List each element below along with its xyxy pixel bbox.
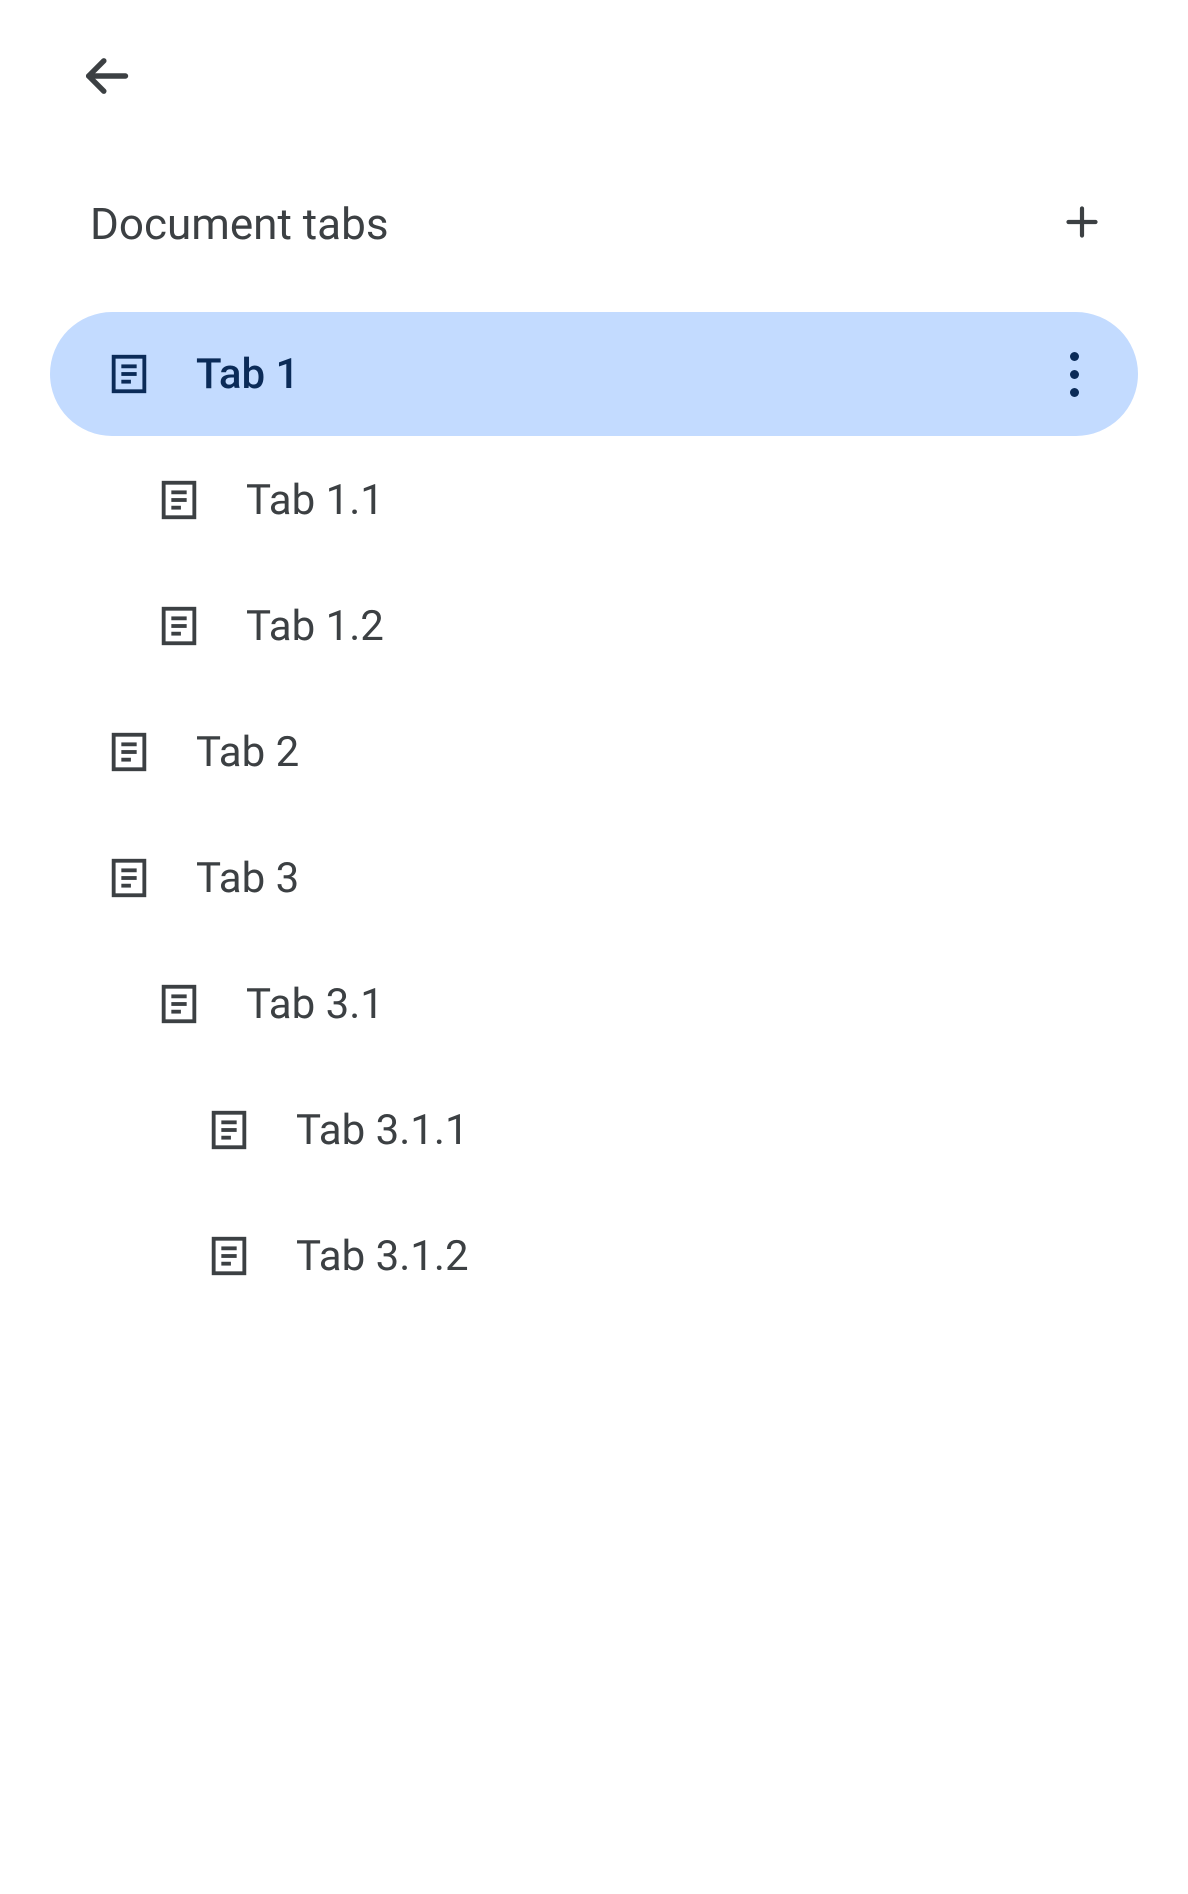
document-icon (106, 729, 152, 775)
document-icon (206, 1107, 252, 1153)
tab-label: Tab 3.1.1 (296, 1106, 469, 1155)
panel-header: Document tabs (50, 196, 1138, 252)
tab-item[interactable]: Tab 1 (50, 312, 1138, 436)
tab-label: Tab 1.1 (246, 476, 384, 525)
document-icon (106, 351, 152, 397)
more-vertical-icon (1070, 352, 1079, 397)
tab-item[interactable]: Tab 3 (50, 816, 1138, 940)
tab-item[interactable]: Tab 3.1.1 (50, 1068, 1138, 1192)
tab-label: Tab 2 (196, 728, 299, 777)
tab-item[interactable]: Tab 1.2 (50, 564, 1138, 688)
tab-label: Tab 1.2 (246, 602, 384, 651)
document-icon (106, 855, 152, 901)
tab-item[interactable]: Tab 3.1 (50, 942, 1138, 1066)
document-icon (156, 603, 202, 649)
arrow-left-icon (80, 50, 132, 106)
plus-icon (1064, 204, 1100, 244)
panel-title: Document tabs (90, 198, 389, 250)
tab-item[interactable]: Tab 2 (50, 690, 1138, 814)
tab-label: Tab 3.1.2 (296, 1232, 469, 1281)
back-button[interactable] (78, 50, 134, 106)
tab-label: Tab 3.1 (246, 980, 384, 1029)
document-icon (206, 1233, 252, 1279)
tab-label: Tab 1 (196, 350, 299, 399)
document-icon (156, 981, 202, 1027)
tab-item[interactable]: Tab 3.1.2 (50, 1194, 1138, 1318)
tab-item[interactable]: Tab 1.1 (50, 438, 1138, 562)
tab-more-button[interactable] (1050, 350, 1098, 398)
document-icon (156, 477, 202, 523)
tab-label: Tab 3 (196, 854, 299, 903)
tab-list: Tab 1 Tab 1.1 (50, 312, 1138, 1320)
add-tab-button[interactable] (1054, 196, 1110, 252)
